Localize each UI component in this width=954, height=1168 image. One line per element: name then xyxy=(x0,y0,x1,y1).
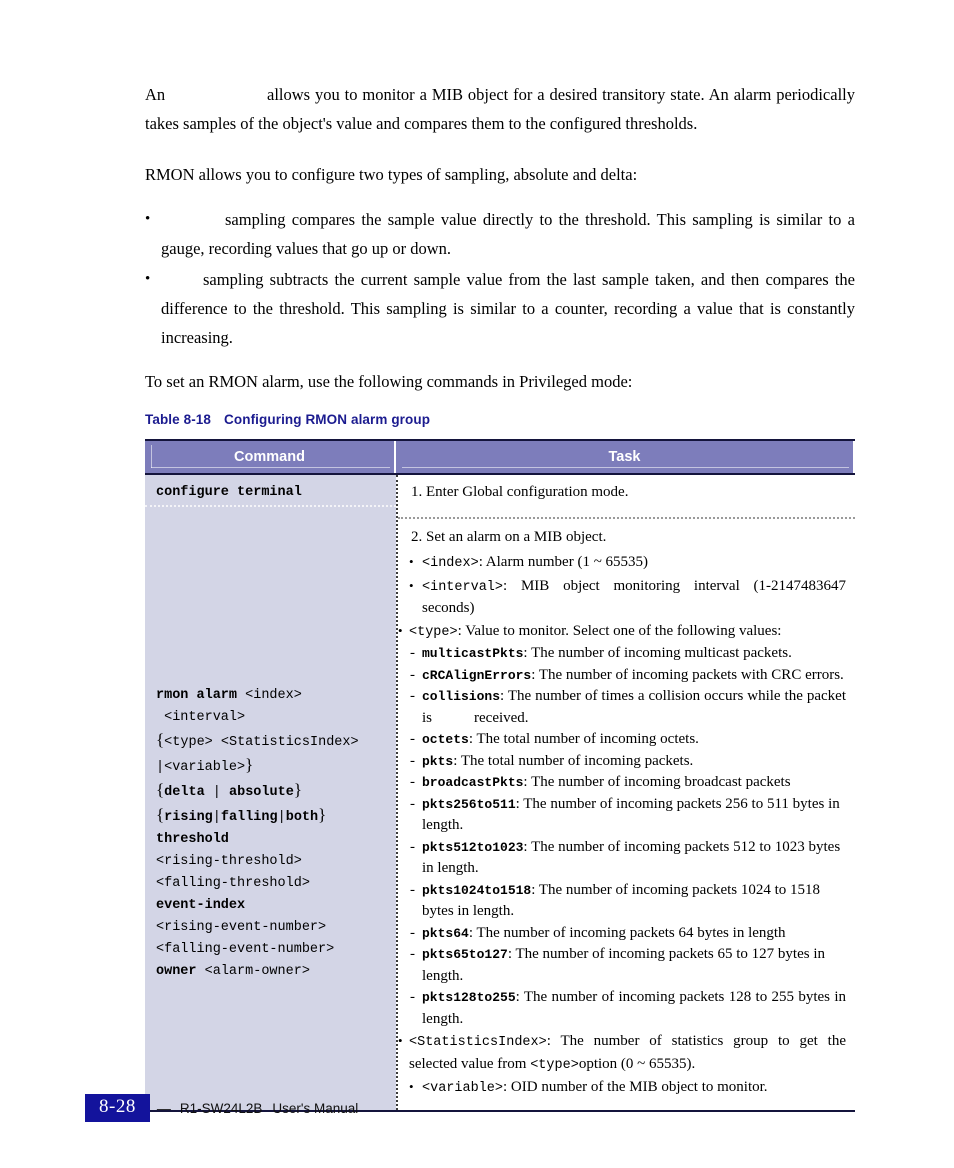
param-variable: <variable>: OID number of the MIB object… xyxy=(409,1076,846,1100)
table-header-task: Task xyxy=(396,441,853,473)
type-value-broadcastpkts: broadcastPkts: The number of incoming br… xyxy=(409,772,846,794)
type-desc: : The total number of incoming octets. xyxy=(468,731,699,747)
param-interval: <interval>: MIB object monitoring interv… xyxy=(409,575,846,620)
param-variable-code: <variable> xyxy=(422,1081,504,1096)
table-column-command: configure terminal rmon alarm <index> <i… xyxy=(145,475,396,1110)
param-type: <type>: Value to monitor. Select one of … xyxy=(398,620,846,1031)
param-index-desc: : Alarm number (1 ~ 65535) xyxy=(478,554,649,570)
type-value-crcalignerrors: cRCAlignErrors: The number of incoming p… xyxy=(409,665,846,687)
footer-manual: User's Manual xyxy=(272,1100,359,1116)
intro-paragraph: An alarm allows you to monitor a MIB obj… xyxy=(145,80,855,138)
table-header-row: Command Task xyxy=(145,439,855,475)
table-row-2-command: rmon alarm <index> <interval> {<type> <S… xyxy=(145,507,396,1024)
bullet-absolute: • Absolutesampling compares the sample v… xyxy=(145,205,855,263)
command-rmon-alarm-syntax: rmon alarm <index> <interval> {<type> <S… xyxy=(156,688,359,979)
param-index-code: <index> xyxy=(422,556,479,571)
param-type-code: <type> xyxy=(409,624,458,640)
type-value-multicastpkts: multicastPkts: The number of incoming mu… xyxy=(409,643,846,665)
table-caption: Table 8-18 Configuring RMON alarm group xyxy=(145,412,430,427)
footer-text: R1-SW24L2B User's Manual xyxy=(180,1101,358,1116)
task-step-1: 1. Enter Global configuration mode. xyxy=(411,484,629,500)
table-body: configure terminal rmon alarm <index> <i… xyxy=(145,475,855,1112)
footer-product: R1-SW24L2B xyxy=(179,1100,263,1116)
type-value-octets: octets: The total number of incoming oct… xyxy=(409,729,846,751)
type-name: cRCAlignErrors xyxy=(422,667,532,683)
type-name: pkts256to511 xyxy=(422,796,516,812)
param-type-desc: : Value to monitor. Select one of the fo… xyxy=(457,622,782,639)
type-value-collisions: collisions: The number of times a collis… xyxy=(409,686,846,729)
type-name: pkts1024to1518 xyxy=(422,882,532,898)
rmon-paragraph: RMON allows you to configure two types o… xyxy=(145,165,638,184)
type-name: broadcastPkts xyxy=(422,775,524,790)
type-name: pkts64 xyxy=(422,925,469,941)
table-row-2-task: 2. Set an alarm on a MIB object. <index>… xyxy=(398,519,855,1110)
param-statisticsindex-code: <StatisticsIndex> xyxy=(409,1035,547,1050)
table-caption-title: Configuring RMON alarm group xyxy=(224,412,431,427)
bullet-delta: • Deltasampling subtracts the current sa… xyxy=(145,265,855,352)
type-value-pkts: pkts: The total number of incoming packe… xyxy=(409,751,846,773)
intro-rest: allows you to monitor a MIB object for a… xyxy=(145,85,855,133)
table-header-command: Command xyxy=(145,441,396,473)
bullet-delta-text: sampling subtracts the current sample va… xyxy=(161,270,855,347)
type-value-pkts64: pkts64: The number of incoming packets 6… xyxy=(409,923,846,945)
intro-prefix: An xyxy=(145,85,166,104)
type-desc: : The number of incoming packets with CR… xyxy=(531,666,844,683)
param-statisticsindex-desc-b: option (0 ~ 65535). xyxy=(578,1055,696,1072)
type-value-pkts256to511: pkts256to511: The number of incoming pac… xyxy=(409,794,846,837)
rmon-alarm-table: Command Task configure terminal rmon ala… xyxy=(145,439,855,1112)
table-row-1-command: configure terminal xyxy=(145,475,396,505)
type-value-pkts1024to1518: pkts1024to1518: The number of incoming p… xyxy=(409,880,846,923)
param-statisticsindex-code-b: <type> xyxy=(530,1057,579,1073)
command-configure-terminal: configure terminal xyxy=(156,485,302,500)
param-interval-code: <interval> xyxy=(422,579,504,595)
type-desc: : The number of incoming broadcast packe… xyxy=(523,774,791,790)
table-caption-number: Table 8-18 xyxy=(145,412,212,427)
type-desc-b: received. xyxy=(474,709,529,726)
type-value-pkts128to255: pkts128to255: The number of incoming pac… xyxy=(409,987,846,1030)
type-name: pkts128to255 xyxy=(422,990,516,1005)
type-desc: : The number of incoming multicast packe… xyxy=(523,645,792,661)
table-column-task: 1. Enter Global configuration mode. 2. S… xyxy=(396,475,855,1110)
type-name: pkts512to1023 xyxy=(422,839,524,855)
page-number-badge: 8-28 xyxy=(85,1094,150,1122)
task-step-2: 2. Set an alarm on a MIB object. xyxy=(411,528,607,545)
type-value-pkts512to1023: pkts512to1023: The number of incoming pa… xyxy=(409,837,846,880)
type-name: pkts65to127 xyxy=(422,947,508,962)
page-footer: 8-28 — R1-SW24L2B User's Manual xyxy=(85,1094,358,1122)
task-parameter-list: <index>: Alarm number (1 ~ 65535) <inter… xyxy=(398,551,846,1100)
table-row-1-task: 1. Enter Global configuration mode. xyxy=(398,475,855,517)
param-index: <index>: Alarm number (1 ~ 65535) xyxy=(409,551,846,575)
bullet-absolute-text: sampling compares the sample value direc… xyxy=(161,210,855,258)
footer-dash: — xyxy=(156,1100,171,1116)
param-statisticsindex: <StatisticsIndex>: The number of statist… xyxy=(398,1030,846,1076)
type-name: octets xyxy=(422,732,469,747)
type-name: pkts xyxy=(422,753,454,769)
bullet-dot-icon: • xyxy=(145,211,151,227)
type-name: collisions xyxy=(422,689,501,704)
type-desc: : The total number of incoming packets. xyxy=(453,752,694,769)
commands-intro-paragraph: To set an RMON alarm, use the following … xyxy=(145,372,633,391)
type-value-list: multicastPkts: The number of incoming mu… xyxy=(409,643,846,1030)
type-name: multicastPkts xyxy=(422,646,524,661)
document-page: An alarm allows you to monitor a MIB obj… xyxy=(0,0,954,1168)
param-variable-desc: : OID number of the MIB object to monito… xyxy=(503,1079,768,1095)
type-desc: : The number of incoming packets 64 byte… xyxy=(468,924,786,941)
type-value-pkts65to127: pkts65to127: The number of incoming pack… xyxy=(409,944,846,987)
